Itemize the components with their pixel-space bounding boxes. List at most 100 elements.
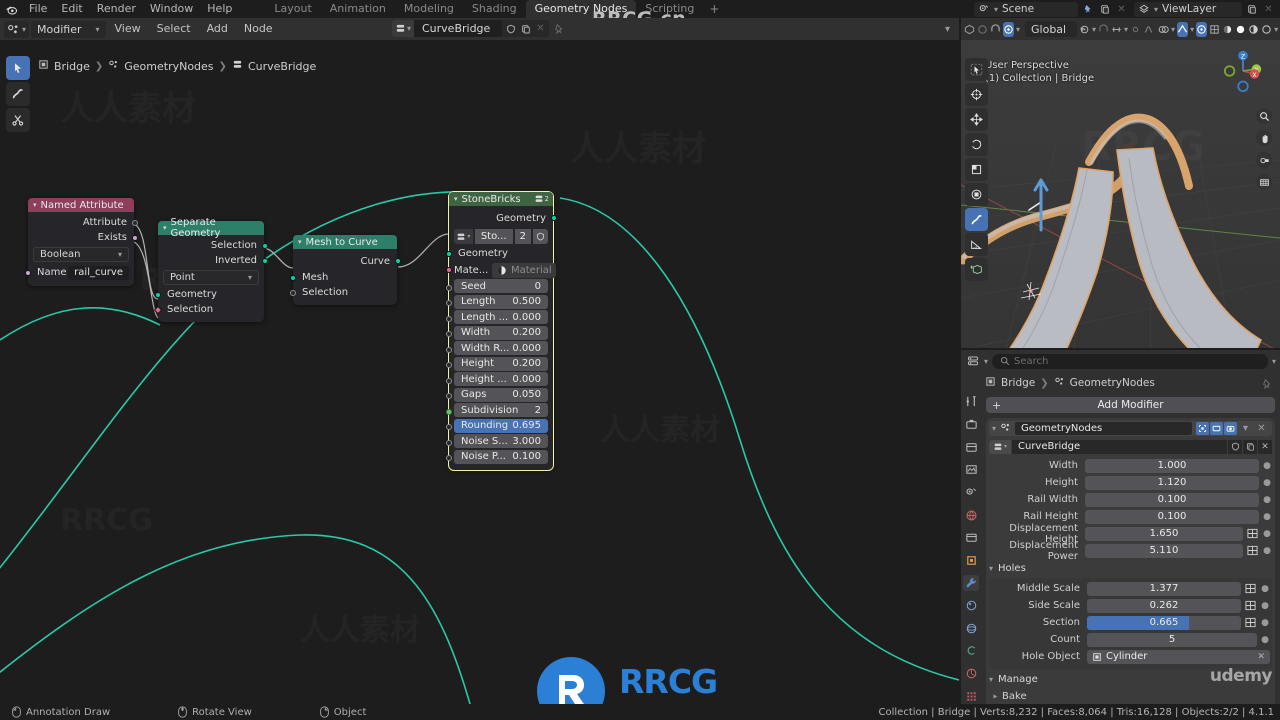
new-scene-icon[interactable] xyxy=(1097,2,1112,17)
shading-wireframe-icon[interactable] xyxy=(1209,22,1220,37)
prop-width[interactable]: Width 0.200 xyxy=(454,325,548,340)
properties-tab-view-layer[interactable] xyxy=(963,462,979,478)
hole-object-clear-icon[interactable]: ✕ xyxy=(1257,652,1265,662)
field-value-displacement-power[interactable]: 5.110 xyxy=(1085,543,1243,558)
animate-dot-icon[interactable]: ● xyxy=(1262,529,1272,539)
vp-tool-transform[interactable] xyxy=(965,183,988,206)
modifier-header[interactable]: ▾ GeometryNodes ▾ ✕ xyxy=(989,421,1272,436)
vp-tool-add-cube[interactable] xyxy=(965,258,988,281)
socket-noise-power[interactable] xyxy=(445,455,452,461)
properties-breadcrumb-modifier[interactable]: GeometryNodes xyxy=(1070,377,1155,389)
node-header[interactable]: ▾ Named Attribute xyxy=(28,198,134,212)
animate-dot-icon[interactable]: ● xyxy=(1262,512,1272,522)
duplicate-node-tree-icon[interactable] xyxy=(518,21,533,36)
hole-object-field[interactable]: Cylinder ✕ xyxy=(1087,649,1270,664)
properties-tab-material[interactable] xyxy=(963,688,979,704)
unlink-node-tree-icon[interactable]: ✕ xyxy=(533,21,548,36)
properties-tab-constraints[interactable] xyxy=(963,643,979,659)
field-value-side-scale[interactable]: 0.262 xyxy=(1087,598,1241,613)
editor-type-selector[interactable]: ▾ xyxy=(4,20,30,38)
node-input-material[interactable]: Mate... Material xyxy=(445,262,556,278)
prop-seed[interactable]: Seed 0 xyxy=(454,279,548,293)
prop-length-random[interactable]: Length ... 0.000 xyxy=(454,310,548,324)
node-group-unlink-icon[interactable]: ✕ xyxy=(1258,439,1272,454)
proportional-edit-icon[interactable] xyxy=(1003,21,1014,37)
field-value-section[interactable]: 0.665 xyxy=(1087,615,1241,630)
3d-viewport[interactable]: RRCG ▾ Global ▾ ▾ ▾ ▾ ▾ ▾ User Perspecti… xyxy=(961,18,1280,348)
modifier-close-icon[interactable]: ✕ xyxy=(1254,421,1269,436)
ne-menu-add[interactable]: Add xyxy=(200,18,235,40)
node-group-datablock[interactable]: ▾ Sto... 2 xyxy=(454,229,548,244)
viewport-navigation-gizmo[interactable]: Z Y X xyxy=(1220,48,1266,94)
input-attribute-toggle-icon[interactable] xyxy=(1246,544,1259,558)
node-group-name[interactable]: Sto... xyxy=(474,229,513,244)
socket-noise-scale[interactable] xyxy=(445,439,452,446)
pivot-point-icon[interactable] xyxy=(1079,22,1090,37)
prop-gaps[interactable]: Gaps 0.050 xyxy=(454,387,548,402)
node-output-curve[interactable]: Curve xyxy=(293,252,401,270)
node-group-duplicate-icon[interactable] xyxy=(1243,439,1257,454)
node-header[interactable]: ▾ Mesh to Curve xyxy=(293,235,397,249)
menu-window[interactable]: Window xyxy=(143,0,200,18)
editor-type-3dview-icon[interactable] xyxy=(964,22,975,37)
shading-rendered-icon[interactable] xyxy=(1248,22,1259,37)
proportional-falloff-icon[interactable] xyxy=(1130,22,1141,37)
properties-tab-object[interactable] xyxy=(963,552,979,568)
animate-dot-icon[interactable]: ● xyxy=(1260,601,1270,611)
field-value-rail-height[interactable]: 0.100 xyxy=(1085,509,1259,524)
collapsed-caret-icon[interactable]: ▾ xyxy=(991,694,1000,698)
menu-render[interactable]: Render xyxy=(90,0,143,18)
node-output-geometry[interactable]: Geometry xyxy=(449,209,557,227)
prop-noise-power[interactable]: Noise P... 0.100 xyxy=(454,449,548,464)
mode-selector[interactable]: Modifier ▾ xyxy=(31,20,106,38)
bake-section-header[interactable]: ▾ Bake xyxy=(989,689,1272,704)
editor-type-properties-icon[interactable] xyxy=(965,354,980,369)
menu-help[interactable]: Help xyxy=(200,0,239,18)
socket-inverted[interactable] xyxy=(261,257,268,264)
field-value-middle-scale[interactable]: 1.377 xyxy=(1087,581,1241,596)
animate-dot-icon[interactable]: ● xyxy=(1260,584,1270,594)
node-input-mesh[interactable]: Mesh xyxy=(289,270,397,285)
prop-width-random[interactable]: Width R... 0.000 xyxy=(454,341,548,355)
node-header[interactable]: ▾ StoneBricks 2 xyxy=(449,192,553,206)
show-in-render-icon[interactable] xyxy=(1224,422,1237,435)
viewport-overlays-icon[interactable] xyxy=(1158,22,1169,37)
vp-tool-rotate[interactable] xyxy=(965,133,988,156)
prop-height[interactable]: Height 0.200 xyxy=(454,356,548,371)
ortho-persp-icon[interactable] xyxy=(1256,174,1272,190)
shading-preview-icon[interactable] xyxy=(1261,22,1272,37)
input-attribute-toggle-icon[interactable] xyxy=(1244,599,1257,613)
collapse-caret-icon[interactable]: ▾ xyxy=(454,195,458,203)
transform-orientation-selector[interactable]: Global ▾ xyxy=(1025,21,1084,37)
modifier-name[interactable]: GeometryNodes xyxy=(1015,422,1192,435)
xray-toggle-icon[interactable] xyxy=(1177,21,1189,37)
gizmo-toggle-icon[interactable] xyxy=(1196,21,1208,37)
vp-tool-tweak[interactable] xyxy=(965,58,988,81)
menu-file[interactable]: File xyxy=(22,0,54,18)
fake-user-icon[interactable] xyxy=(503,21,518,36)
socket-width[interactable] xyxy=(445,331,452,337)
show-in-viewport-icon[interactable] xyxy=(1210,422,1223,435)
socket-length[interactable] xyxy=(445,300,452,306)
new-view-layer-icon[interactable] xyxy=(1244,2,1259,17)
vp-tool-move[interactable] xyxy=(965,108,988,131)
properties-tab-tool[interactable] xyxy=(963,394,979,410)
socket-attribute[interactable] xyxy=(131,219,138,226)
socket-height-random[interactable] xyxy=(445,377,452,384)
node-group-fake-user-icon[interactable] xyxy=(532,229,548,244)
field-value-width[interactable]: 1.000 xyxy=(1085,458,1259,473)
prop-length[interactable]: Length 0.500 xyxy=(454,294,548,309)
node-tree-name[interactable]: CurveBridge xyxy=(414,20,502,37)
animate-dot-icon[interactable]: ● xyxy=(1260,635,1270,645)
node-named-attribute[interactable]: ▾ Named Attribute Attribute Exists Boole… xyxy=(24,198,138,286)
modifier-extras-chevron-icon[interactable]: ▾ xyxy=(1238,421,1253,436)
vp-tool-cursor[interactable] xyxy=(965,83,988,106)
workspace-tab-layout[interactable]: Layout xyxy=(265,0,320,18)
ne-menu-select[interactable]: Select xyxy=(150,18,198,40)
snap-magnet-icon[interactable] xyxy=(990,22,1001,37)
overlays-chevron-icon[interactable]: ▾ xyxy=(940,22,955,37)
socket-subdivision[interactable] xyxy=(445,408,452,415)
prop-subdivision[interactable]: Subdivision 2 xyxy=(454,403,548,417)
node-group-fake-user-icon[interactable] xyxy=(1228,439,1242,454)
material-field[interactable]: Material xyxy=(492,262,556,278)
